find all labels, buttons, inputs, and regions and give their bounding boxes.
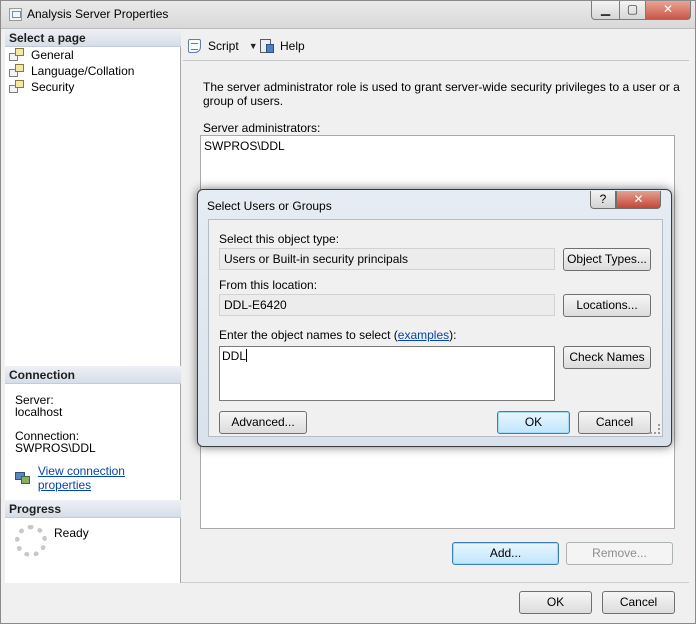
connection-value: SWPROS\DDL <box>15 441 96 455</box>
dialog-title: Select Users or Groups <box>207 199 332 213</box>
connection-header: Connection <box>5 366 181 384</box>
object-names-label-suffix: ): <box>449 328 457 342</box>
view-connection-properties-link[interactable]: View connection properties <box>38 464 180 492</box>
location-field: DDL-E6420 <box>219 294 555 316</box>
object-type-label: Select this object type: <box>219 232 340 246</box>
chevron-down-icon[interactable]: ▼ <box>249 41 258 51</box>
dialog-body: Select this object type: Users or Built-… <box>208 219 663 437</box>
cancel-button[interactable]: Cancel <box>602 591 675 614</box>
security-description: The server administrator role is used to… <box>203 80 680 108</box>
page-icon <box>9 80 25 94</box>
server-value: localhost <box>15 405 63 419</box>
page-item-language-collation[interactable]: Language/Collation <box>9 63 134 79</box>
script-label: Script <box>208 39 239 53</box>
help-button[interactable]: Help <box>259 37 305 55</box>
maximize-button[interactable]: ▢ <box>619 1 646 20</box>
left-pane: Select a page General Language/Collation… <box>5 29 181 583</box>
object-types-button[interactable]: Object Types... <box>563 248 651 271</box>
text-caret <box>246 349 248 362</box>
help-icon <box>259 38 275 54</box>
progress-spinner-icon <box>15 525 47 557</box>
resize-grip-icon[interactable] <box>650 424 660 434</box>
progress-header: Progress <box>5 500 181 518</box>
page-icon <box>9 64 25 78</box>
server-administrators-label: Server administrators: <box>203 121 321 135</box>
object-names-input[interactable]: DDL <box>219 346 555 401</box>
page-item-label: Language/Collation <box>31 64 135 78</box>
add-button[interactable]: Add... <box>452 542 559 565</box>
ok-button[interactable]: OK <box>519 591 592 614</box>
close-window-button[interactable]: ✕ <box>645 1 691 20</box>
dialog-close-button[interactable]: ✕ <box>616 191 661 209</box>
view-connection-properties[interactable]: View connection properties <box>15 464 180 492</box>
window-title: Analysis Server Properties <box>27 7 169 21</box>
dialog-help-button[interactable]: ? <box>590 191 616 209</box>
dialog-ok-button[interactable]: OK <box>497 411 570 434</box>
check-names-button[interactable]: Check Names <box>563 346 651 369</box>
help-label: Help <box>280 39 305 53</box>
progress-status: Ready <box>54 526 89 540</box>
advanced-button[interactable]: Advanced... <box>219 411 307 434</box>
page-item-general[interactable]: General <box>9 47 74 63</box>
toolbar: Script ▼ Help <box>183 31 689 61</box>
object-names-value: DDL <box>222 349 247 363</box>
examples-link[interactable]: examples <box>398 328 449 342</box>
page-item-security[interactable]: Security <box>9 79 74 95</box>
object-names-label: Enter the object names to select (exampl… <box>219 328 456 342</box>
connection-properties-icon <box>15 471 31 485</box>
list-item[interactable]: SWPROS\DDL <box>204 139 285 153</box>
title-bar[interactable]: Analysis Server Properties ▁ ▢ ✕ <box>1 1 695 29</box>
page-item-label: General <box>31 48 74 62</box>
minimize-button[interactable]: ▁ <box>591 1 620 20</box>
location-label: From this location: <box>219 278 318 292</box>
page-icon <box>9 48 25 62</box>
object-type-field: Users or Built-in security principals <box>219 248 555 270</box>
remove-button[interactable]: Remove... <box>566 542 673 565</box>
dialog-cancel-button[interactable]: Cancel <box>578 411 651 434</box>
page-item-label: Security <box>31 80 75 94</box>
select-users-dialog: Select Users or Groups ? ✕ Select this o… <box>197 189 672 447</box>
script-button[interactable]: Script ▼ <box>187 37 258 55</box>
locations-button[interactable]: Locations... <box>563 294 651 317</box>
select-page-header: Select a page <box>5 29 181 47</box>
object-names-label-text: Enter the object names to select ( <box>219 328 398 342</box>
application-icon <box>9 8 22 21</box>
script-icon <box>187 38 203 54</box>
